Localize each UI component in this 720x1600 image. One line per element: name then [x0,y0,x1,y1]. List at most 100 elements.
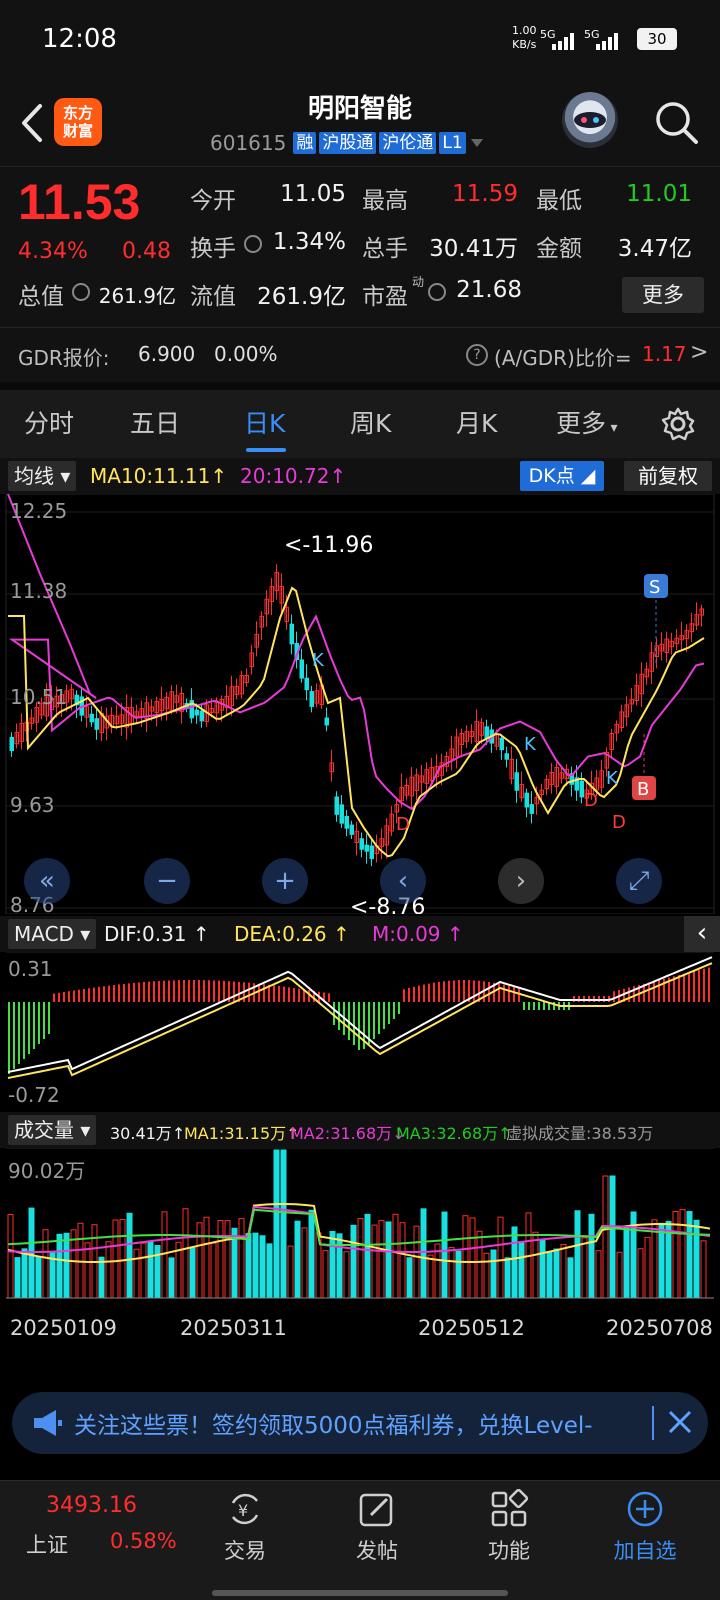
stock-header: 东方 财富 明阳智能 601615 融 沪股通 沪伦通 L1 [0,80,720,166]
volume-bar [581,1237,588,1299]
volume-bar [105,1241,112,1299]
volume-chart[interactable]: 90.02万 [0,1148,720,1308]
volume-dropdown[interactable]: 成交量 ▾ [8,1115,97,1145]
stock-code: 601615 [210,131,287,155]
macd-hist-bar [378,1002,380,1034]
amount-label: 金额 [536,236,582,262]
macd-hist-bar [388,1002,390,1024]
nav-functions[interactable]: 功能 [454,1481,564,1581]
more-quote-button[interactable]: 更多 [622,277,704,313]
volume-bar [511,1226,518,1299]
nav-add-watchlist[interactable]: 加自选 [590,1481,700,1581]
macd-hist-bar [308,990,310,1002]
macd-hist-bar [88,988,90,1002]
kline-chart-area[interactable]: 均线 ▾ MA10:11.11↑ 20:10.72↑ DK点 ◢ 前复权 12.… [0,458,720,1380]
macd-hist-bar [168,980,170,1002]
robot-assistant-avatar[interactable] [562,92,618,148]
macd-hist-bar [358,1002,360,1050]
macd-chart[interactable]: 0.31 -0.72 [0,952,720,1112]
macd-dropdown[interactable]: MACD ▾ [8,919,97,949]
help-icon[interactable]: ? [466,344,488,366]
macd-hist-bar [193,980,195,1002]
gdr-ratio-value[interactable]: 1.17 [642,342,687,366]
tab-more[interactable]: 更多 ▾ [556,404,618,440]
stock-code-row[interactable]: 601615 融 沪股通 沪伦通 L1 [210,130,485,156]
macd-hist-bar [8,1002,10,1074]
tab-intraday[interactable]: 分时 [24,404,74,440]
info-icon[interactable] [244,235,262,253]
volume-bar [378,1219,385,1299]
macd-hist-bar [138,982,140,1002]
info-icon[interactable] [428,283,446,301]
caret-down-icon [470,139,483,147]
amount-value: 3.47亿 [617,236,692,262]
tab-monthly-k[interactable]: 月K [456,404,497,440]
macd-hist-bar [628,987,630,1002]
home-indicator[interactable] [212,1590,508,1596]
close-icon[interactable] [660,1402,700,1442]
gdr-ratio-label[interactable]: (A/GDR)比价= [494,342,632,371]
float-cap-value: 261.9亿 [257,284,346,310]
volume-bar [427,1254,434,1299]
volume-indicator-bar: 成交量 ▾ 30.41万↑ MA1:31.15万↑ MA2:31.68万↓ MA… [0,1112,720,1148]
volume-bar [518,1241,525,1299]
gdr-row: GDR报价: 6.900 0.00% ? (A/GDR)比价= 1.17 > [0,327,720,383]
volume-bar [182,1208,189,1299]
gdr-label: GDR报价: [18,346,110,370]
info-icon[interactable] [72,283,90,301]
volume-bar [455,1250,462,1299]
search-icon[interactable] [652,98,700,146]
macd-hist-bar [113,984,115,1002]
y-label-3: 10.51 [10,685,67,709]
status-time: 12:08 [42,24,117,54]
volume-bar [119,1218,126,1299]
volume-bar [56,1233,63,1299]
kline-candles [9,564,704,867]
ma-dropdown[interactable]: 均线 ▾ [8,461,77,491]
volume-bar [189,1247,196,1299]
tab-weekly-k[interactable]: 周K [350,404,391,440]
dk-point-button[interactable]: DK点 ◢ [520,461,604,491]
ma1-label: MA1:31.15万 [184,1124,287,1143]
macd-hist-bar [123,983,125,1002]
volume-bar [147,1240,154,1299]
scroll-left-fast-button[interactable]: « [24,858,70,904]
nav-post[interactable]: 发帖 [322,1481,432,1581]
promo-banner[interactable]: 关注这些票！签约领取5000点福利券，兑换Level- [12,1392,708,1454]
dk-marker-d: D [584,790,598,811]
macd-hist-bar [23,1002,25,1059]
volume-bar [504,1257,511,1299]
zoom-out-button[interactable]: − [144,858,190,904]
scroll-right-button[interactable]: › [498,858,544,904]
macd-hist-bar [73,990,75,1002]
macd-hist-bar [693,971,695,1002]
tab-five-day[interactable]: 五日 [130,404,180,440]
gdr-chevron-icon[interactable]: > [690,340,708,365]
macd-hist-bar [408,988,410,1002]
zoom-in-button[interactable]: + [262,858,308,904]
promo-text[interactable]: 关注这些票！签约领取5000点福利券，兑换Level- [74,1406,654,1440]
collapse-panel-button[interactable]: ‹ [684,916,720,952]
candlestick-chart[interactable]: 12.25 11.38 10.51 9.63 8.76 <-11.96 <-8.… [0,494,720,914]
edit-post-icon [359,1493,393,1527]
settings-gear-icon[interactable] [660,406,696,442]
macd-hist-bar [398,1002,400,1014]
macd-hist-bar [58,992,60,1002]
fullscreen-icon[interactable]: ⤢ [616,858,662,904]
volume-bar [448,1246,455,1299]
gdr-price: 6.900 [138,342,196,366]
macd-hist-bar [258,983,260,1002]
volume-bar [532,1231,539,1299]
candle-body [94,718,99,730]
promo-divider [652,1406,654,1440]
macd-hist-bar [98,986,100,1002]
index-ticker[interactable]: 3493.16 上证 0.58% [0,1481,190,1581]
macd-hist-bar [68,991,70,1002]
turnover-label: 换手 [190,236,236,262]
candle-body [194,709,199,716]
macd-hist-bar [513,986,515,1002]
nav-trade[interactable]: ¥ 交易 [190,1481,300,1581]
tab-daily-k[interactable]: 日K [244,404,285,440]
scroll-left-button[interactable]: ‹ [380,858,426,904]
forward-adjust-button[interactable]: 前复权 [624,461,712,491]
